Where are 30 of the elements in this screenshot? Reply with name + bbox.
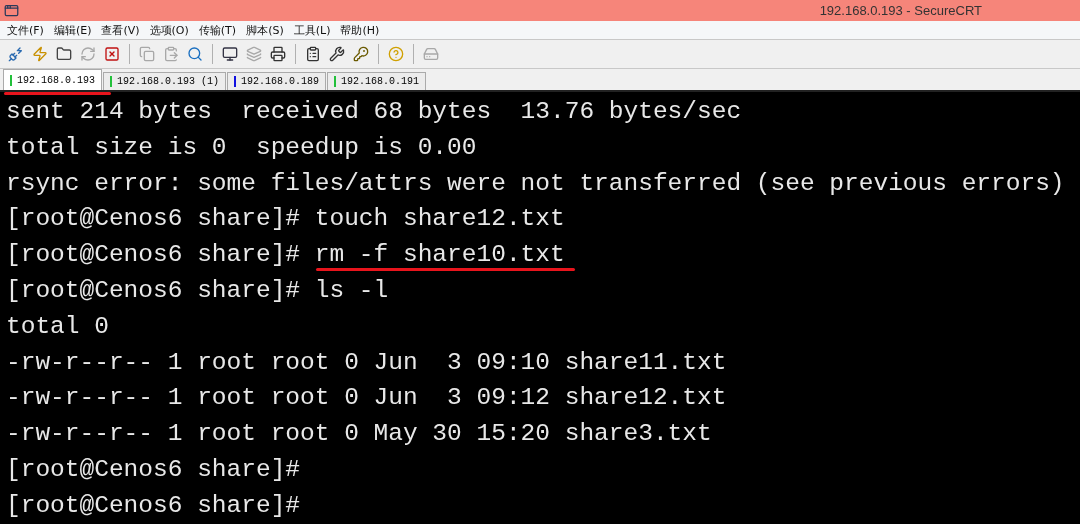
terminal-line: -rw-r--r-- 1 root root 0 May 30 15:20 share3.txt [6,420,712,448]
window-title: 192.168.0.193 - SecureCRT [819,3,982,18]
terminal-line: [root@Cenos6 share]# rm -f share10.txt [6,241,565,269]
terminal-line: [root@Cenos6 share]# [6,491,301,519]
session-tab[interactable]: 192.168.0.193 (1) [103,72,227,90]
close-button[interactable] [102,44,122,64]
terminal-line: rsync error: some files/attrs were not transferred (see previous errors) [6,169,1065,197]
menu-item[interactable]: 选项(O) [146,22,196,38]
menu-item[interactable]: 编辑(E) [50,22,99,38]
wrench-button[interactable] [327,44,347,64]
terminal-line: [root@Cenos6 share]# touch share12.txt [6,205,565,233]
app-icon [4,3,19,18]
menu-item[interactable]: 查看(V) [98,22,147,38]
menu-item[interactable]: 脚本(S) [243,22,291,38]
printer-button[interactable] [268,44,288,64]
menu-item[interactable]: 工具(L) [290,22,338,38]
terminal-line: [root@Cenos6 share]# [6,455,301,483]
menu-item[interactable]: 文件(F) [4,22,51,38]
terminal-line: [root@Cenos6 share]# ls -l [6,277,389,304]
terminal-line: total 0 [6,312,109,340]
menu-item[interactable]: 传输(T) [195,22,244,38]
session-tab[interactable]: 192.168.0.189 [227,72,327,90]
monitor-button[interactable] [220,44,240,64]
session-tab[interactable]: 192.168.0.191 [327,72,427,90]
terminal-line: sent 214 bytes received 68 bytes 13.76 bytes/sec [6,98,742,125]
terminal-line: -rw-r--r-- 1 root root 0 Jun 3 09:10 share11.txt [6,348,727,376]
key-button[interactable] [351,44,371,64]
terminal-line: -rw-r--r-- 1 root root 0 Jun 3 09:12 share12.txt [6,384,727,412]
terminal-line: total size is 0 speedup is 0.00 [6,133,477,161]
menu-item[interactable]: 帮助(H) [337,22,387,38]
